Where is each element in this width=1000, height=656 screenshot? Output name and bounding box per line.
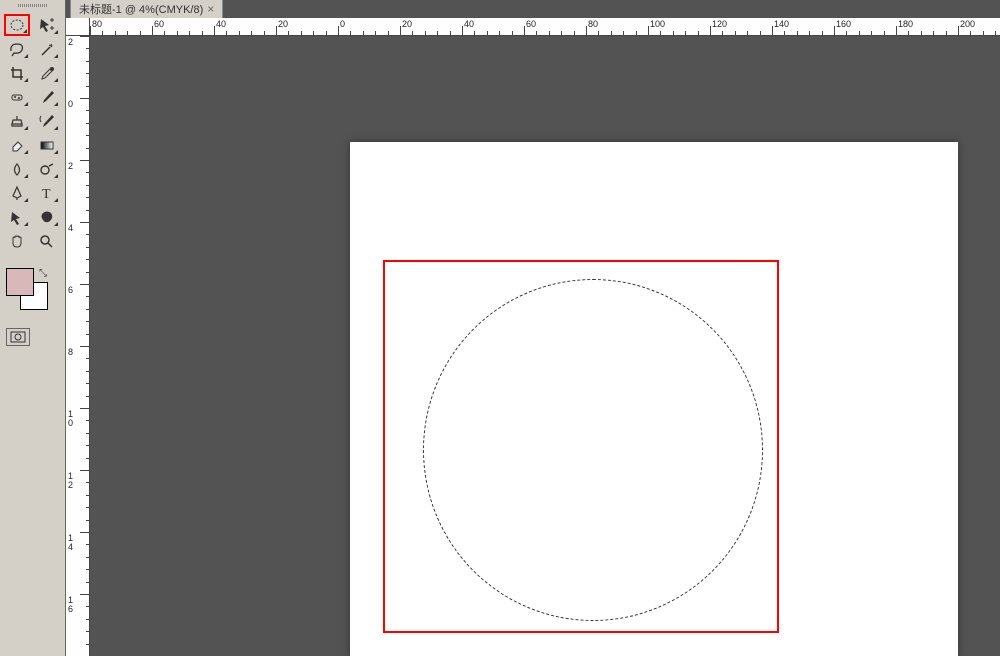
ruler-tick-label: 6 xyxy=(68,605,84,614)
ruler-tick-label: 80 xyxy=(92,19,102,29)
ruler-tick-label: 0 xyxy=(340,19,345,29)
pen-tool[interactable] xyxy=(4,182,30,204)
move-tool[interactable] xyxy=(34,14,60,36)
ruler-tick-label: 200 xyxy=(960,19,975,29)
custom-shape-tool[interactable] xyxy=(34,206,60,228)
ruler-tick-label: 0 xyxy=(68,100,84,109)
eraser-tool[interactable] xyxy=(4,134,30,156)
brush-tool[interactable] xyxy=(34,86,60,108)
ruler-tick-label: 8 xyxy=(68,348,84,357)
lasso-tool[interactable] xyxy=(4,38,30,60)
foreground-color-swatch[interactable] xyxy=(6,268,34,296)
ruler-tick-label: 160 xyxy=(836,19,851,29)
ruler-tick-label: 2 xyxy=(68,162,84,171)
document-tab-bar: 未标题-1 @ 4%(CMYK/8) × xyxy=(70,0,223,18)
ruler-tick-label: 60 xyxy=(154,19,164,29)
horizontal-ruler: 80604020020406080100120140160180200 xyxy=(66,18,1000,36)
ruler-tick-label: 20 xyxy=(278,19,288,29)
vertical-ruler: 20246810121416 xyxy=(66,18,90,656)
magic-wand-tool[interactable] xyxy=(34,38,60,60)
toolbox-grip[interactable] xyxy=(0,0,65,10)
elliptical-selection-marquee xyxy=(423,279,763,621)
ruler-origin[interactable] xyxy=(66,18,90,36)
swap-colors-icon[interactable]: ⤡ xyxy=(39,268,47,279)
ruler-tick-label: 0 xyxy=(68,419,84,428)
document-tab-label: 未标题-1 @ 4%(CMYK/8) xyxy=(79,1,203,17)
tool-grid: T xyxy=(0,10,65,256)
ruler-tick-label: 100 xyxy=(650,19,665,29)
blur-tool[interactable] xyxy=(4,158,30,180)
ruler-tick-label: 80 xyxy=(588,19,598,29)
ruler-tick-label: 40 xyxy=(464,19,474,29)
ruler-tick-label: 2 xyxy=(68,481,84,490)
svg-text:T: T xyxy=(42,187,51,201)
zoom-tool[interactable] xyxy=(34,230,60,252)
crop-tool[interactable] xyxy=(4,62,30,84)
toolbox-panel: T ⤡ xyxy=(0,0,66,656)
ruler-tick-label: 6 xyxy=(68,286,84,295)
text-tool[interactable]: T xyxy=(34,182,60,204)
quick-mask-button[interactable] xyxy=(6,328,30,346)
marquee-ellipse-tool[interactable] xyxy=(4,14,30,36)
ruler-tick-label: 180 xyxy=(898,19,913,29)
document-tab[interactable]: 未标题-1 @ 4%(CMYK/8) × xyxy=(70,0,223,20)
ruler-tick-label: 140 xyxy=(774,19,789,29)
ruler-tick-label: 2 xyxy=(68,38,84,47)
gradient-tool[interactable] xyxy=(34,134,60,156)
ruler-tick-label: 20 xyxy=(402,19,412,29)
canvas-viewport[interactable] xyxy=(90,36,1000,656)
ruler-tick-label: 120 xyxy=(712,19,727,29)
ruler-tick-label: 4 xyxy=(68,543,84,552)
ruler-tick-label: 60 xyxy=(526,19,536,29)
ruler-tick-label: 40 xyxy=(216,19,226,29)
dodge-tool[interactable] xyxy=(34,158,60,180)
close-icon[interactable]: × xyxy=(207,2,214,16)
path-select-tool[interactable] xyxy=(4,206,30,228)
hand-tool[interactable] xyxy=(4,230,30,252)
history-brush-tool[interactable] xyxy=(34,110,60,132)
clone-stamp-tool[interactable] xyxy=(4,110,30,132)
color-swatches[interactable]: ⤡ xyxy=(6,268,59,316)
spot-heal-tool[interactable] xyxy=(4,86,30,108)
ruler-tick-label: 4 xyxy=(68,224,84,233)
eyedropper-tool[interactable] xyxy=(34,62,60,84)
